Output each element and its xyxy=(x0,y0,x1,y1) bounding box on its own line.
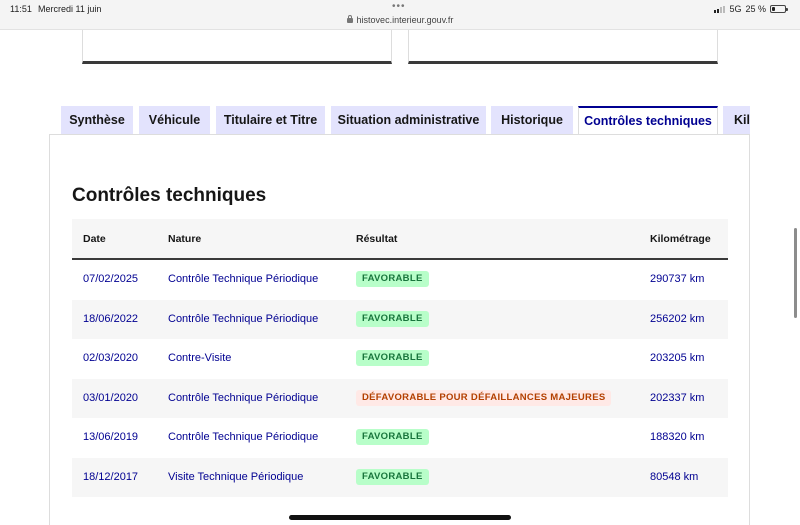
table-row: 07/02/2025 Contrôle Technique Périodique… xyxy=(72,260,728,300)
status-badge: FAVORABLE xyxy=(356,271,429,288)
row-result: FAVORABLE xyxy=(356,418,429,458)
row-date: 18/06/2022 xyxy=(83,312,139,325)
row-result: FAVORABLE xyxy=(356,458,429,498)
table-row: 13/06/2019 Contrôle Technique Périodique… xyxy=(72,418,728,458)
header-km: Kilométrage xyxy=(650,233,711,245)
row-result: FAVORABLE xyxy=(356,260,429,300)
header-result: Résultat xyxy=(356,233,398,245)
multitasking-dots-icon[interactable]: ••• xyxy=(392,1,406,12)
address-bar[interactable]: histovec.interieur.gouv.fr xyxy=(0,15,800,25)
battery-icon xyxy=(770,5,788,13)
summary-card-left xyxy=(82,30,392,64)
tab-kilometrage[interactable]: Kilométrage xyxy=(723,106,750,134)
row-nature: Contrôle Technique Périodique xyxy=(168,391,319,404)
row-km: 188320 km xyxy=(650,431,705,443)
status-badge: FAVORABLE xyxy=(356,468,429,485)
controles-table: Date Nature Résultat Kilométrage 07/02/2… xyxy=(72,219,728,497)
tab-controles-techniques[interactable]: Contrôles techniques xyxy=(578,106,718,134)
tab-situation-administrative[interactable]: Situation administrative xyxy=(331,106,486,134)
status-time: 11:51 xyxy=(10,4,32,14)
row-date: 03/01/2020 xyxy=(83,391,139,404)
status-indicators: 5G 25 % xyxy=(714,4,788,14)
status-badge: FAVORABLE xyxy=(356,310,429,327)
row-km: 256202 km xyxy=(650,312,705,325)
tab-vehicule[interactable]: Véhicule xyxy=(139,106,210,134)
row-nature: Contrôle Technique Périodique xyxy=(168,273,319,285)
status-bar: 11:51 Mercredi 11 juin ••• histovec.inte… xyxy=(0,0,800,30)
row-result: DÉFAVORABLE POUR DÉFAILLANCES MAJEURES xyxy=(356,379,612,419)
status-badge: FAVORABLE xyxy=(356,350,429,367)
row-nature: Visite Technique Périodique xyxy=(168,470,304,483)
tab-historique[interactable]: Historique xyxy=(491,106,573,134)
header-nature: Nature xyxy=(168,233,202,245)
page-scrollbar[interactable] xyxy=(794,228,797,318)
row-nature: Contrôle Technique Périodique xyxy=(168,312,319,325)
row-result: FAVORABLE xyxy=(356,339,429,379)
row-nature: Contre-Visite xyxy=(168,352,232,364)
row-nature: Contrôle Technique Périodique xyxy=(168,431,319,443)
row-date: 02/03/2020 xyxy=(83,352,139,364)
status-badge: FAVORABLE xyxy=(356,429,429,446)
table-header: Date Nature Résultat Kilométrage xyxy=(72,219,728,260)
battery-percent: 25 % xyxy=(745,4,766,14)
tab-titulaire-titre[interactable]: Titulaire et Titre xyxy=(216,106,325,134)
row-km: 80548 km xyxy=(650,470,699,483)
url-text: histovec.interieur.gouv.fr xyxy=(356,15,454,25)
network-label: 5G xyxy=(729,4,742,14)
header-date: Date xyxy=(83,233,106,245)
tab-synthese[interactable]: Synthèse xyxy=(61,106,133,134)
section-title: Contrôles techniques xyxy=(72,185,267,206)
table-row: 03/01/2020 Contrôle Technique Périodique… xyxy=(72,378,728,419)
summary-card-right xyxy=(408,30,718,64)
row-result: FAVORABLE xyxy=(356,300,429,340)
status-date: Mercredi 11 juin xyxy=(38,4,102,14)
table-row: 18/12/2017 Visite Technique Périodique F… xyxy=(72,457,728,498)
home-indicator[interactable] xyxy=(289,515,511,520)
lock-icon xyxy=(346,15,353,23)
row-km: 203205 km xyxy=(650,352,705,364)
row-date: 13/06/2019 xyxy=(83,431,139,443)
status-badge: DÉFAVORABLE POUR DÉFAILLANCES MAJEURES xyxy=(356,389,612,406)
table-row: 18/06/2022 Contrôle Technique Périodique… xyxy=(72,299,728,340)
signal-icon xyxy=(714,5,726,13)
row-date: 07/02/2025 xyxy=(83,273,139,285)
row-km: 290737 km xyxy=(650,273,705,285)
row-date: 18/12/2017 xyxy=(83,470,139,483)
row-km: 202337 km xyxy=(650,391,705,404)
table-row: 02/03/2020 Contre-Visite FAVORABLE 20320… xyxy=(72,339,728,379)
tab-list: Synthèse Véhicule Titulaire et Titre Sit… xyxy=(61,106,750,134)
